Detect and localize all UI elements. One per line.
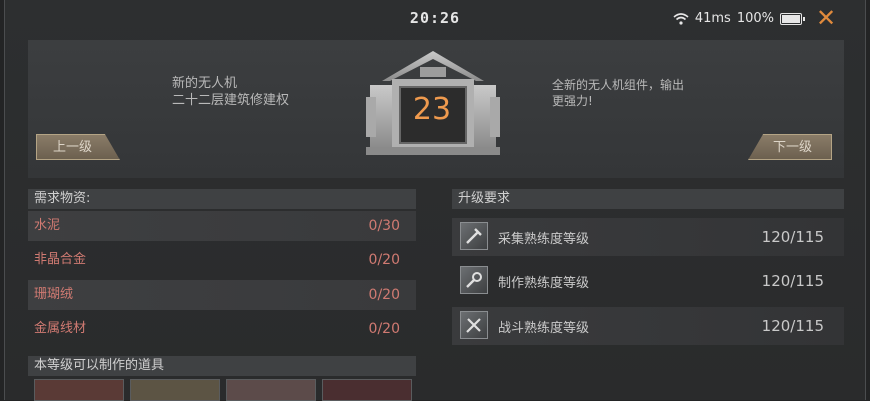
requirement-name: 制作熟练度等级 (498, 276, 590, 291)
requirement-row: 制作熟练度等级 120/115 (452, 262, 844, 300)
craftable-items-title: 本等级可以制作的道具 (28, 356, 416, 376)
material-count: 0/20 (368, 252, 400, 268)
unlock-line-2: 二十二层建筑修建权 (172, 93, 290, 108)
craftable-item-armor[interactable] (226, 379, 316, 401)
status-bar: 41ms 100% (673, 11, 805, 26)
craftable-item-emblem[interactable] (130, 379, 220, 401)
material-name: 金属线材 (34, 321, 87, 336)
battery-icon (780, 12, 805, 25)
unlock-line-1: 新的无人机 (172, 76, 238, 91)
wifi-icon (673, 12, 689, 25)
unlock-description: 新的无人机 二十二层建筑修建权 (172, 75, 289, 109)
requirement-row: 采集熟练度等级 120/115 (452, 218, 844, 256)
craftable-item-vehicle[interactable] (34, 379, 124, 401)
requirement-value: 120/115 (761, 228, 824, 246)
level-number: 23 (412, 92, 452, 127)
combat-skill-icon (460, 311, 488, 339)
material-name: 水泥 (34, 218, 61, 233)
requirement-name: 采集熟练度等级 (498, 232, 590, 247)
material-name: 非晶合金 (34, 252, 87, 267)
bonus-description: 全新的无人机组件，输出 更强力! (552, 77, 684, 109)
material-count: 0/30 (368, 218, 400, 234)
bonus-line-2: 更强力! (552, 94, 593, 108)
requirement-name: 战斗熟练度等级 (498, 321, 590, 336)
materials-title: 需求物资: (28, 189, 416, 209)
requirement-value: 120/115 (761, 317, 824, 335)
battery-text: 100% (736, 11, 774, 26)
material-row: 金属线材 0/20 (28, 314, 416, 344)
material-count: 0/20 (368, 321, 400, 337)
requirements-title: 升级要求 (452, 189, 844, 209)
requirement-row: 战斗熟练度等级 120/115 (452, 307, 844, 345)
gather-skill-icon (460, 222, 488, 250)
material-name: 珊瑚绒 (34, 287, 74, 302)
bonus-line-1: 全新的无人机组件，输出 (552, 78, 685, 92)
material-row: 非晶合金 0/20 (28, 245, 416, 275)
material-row: 珊瑚绒 0/20 (28, 280, 416, 310)
ping-text: 41ms (694, 11, 731, 26)
craftable-item-decoration[interactable] (322, 379, 412, 401)
requirement-value: 120/115 (761, 272, 824, 290)
close-icon[interactable]: ✕ (814, 6, 838, 30)
craft-skill-icon (460, 266, 488, 294)
material-row: 水泥 0/30 (28, 211, 416, 241)
material-count: 0/20 (368, 287, 400, 303)
